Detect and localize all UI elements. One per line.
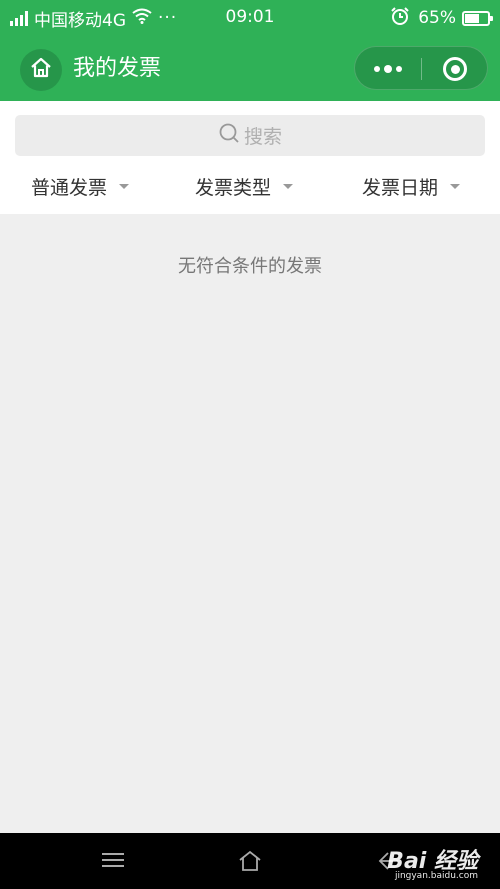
filter-label: 发票类型 [195,176,272,199]
filter-label: 发票日期 [362,176,439,199]
home-button[interactable] [20,49,62,91]
battery-percent: 65% [418,8,456,28]
search-area: 搜索 普通发票 发票类型 发票日期 [0,101,500,214]
wifi-icon [132,8,152,29]
filter-bar: 普通发票 发票类型 发票日期 [0,171,500,201]
filter-invoice-type[interactable]: 发票类型 [195,171,294,201]
alarm-icon [390,6,410,31]
search-placeholder: 搜索 [243,126,282,148]
caret-down-icon [119,183,130,189]
battery-fill [465,13,480,23]
status-bar: 中国移动4G ··· 09:01 65% [0,0,500,36]
nav-bar: 我的发票 [0,36,500,101]
status-more-icon: ··· [158,8,178,28]
target-icon [443,57,467,81]
filter-label: 普通发票 [31,176,108,199]
mini-program-capsule [354,46,488,90]
menu-icon[interactable] [102,853,124,869]
status-right: 65% [390,6,493,31]
watermark-logo: Bai 经验 jingyan.baidu.com [387,843,478,881]
home-icon [29,56,53,84]
caret-down-icon [450,183,461,189]
carrier-label: 中国移动4G [34,10,126,31]
filter-invoice-date[interactable]: 发票日期 [362,171,461,201]
search-icon [218,122,244,149]
watermark-url: jingyan.baidu.com [394,871,478,881]
filter-invoice-category[interactable]: 普通发票 [31,171,130,201]
system-home-icon[interactable] [238,850,262,876]
empty-state-message: 无符合条件的发票 [178,256,322,277]
more-button[interactable] [355,47,421,91]
search-input[interactable]: 搜索 [15,115,485,156]
status-left: 中国移动4G ··· [10,7,178,31]
battery-icon [462,10,493,26]
signal-icon [10,10,30,26]
caret-down-icon [283,183,294,189]
system-nav-bar: Bai 经验 jingyan.baidu.com [0,833,500,889]
close-mini-program-button[interactable] [422,47,488,91]
page-title: 我的发票 [73,56,162,81]
